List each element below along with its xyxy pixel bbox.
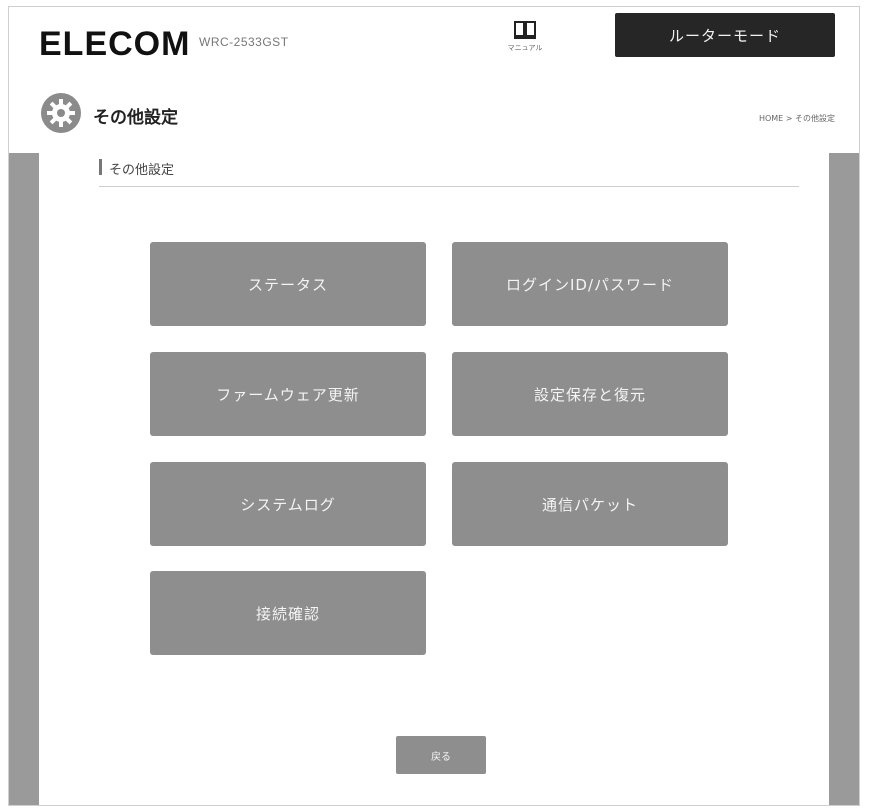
packet-capture-button[interactable]: 通信パケット: [452, 462, 728, 546]
router-mode-indicator: ルーターモード: [615, 13, 835, 57]
firmware-update-button[interactable]: ファームウェア更新: [150, 352, 426, 436]
gear-icon: [47, 99, 75, 127]
connection-check-button[interactable]: 接続確認: [150, 571, 426, 655]
page-title: その他設定: [93, 108, 178, 128]
section-marker: [99, 159, 102, 175]
status-button[interactable]: ステータス: [150, 242, 426, 326]
back-button[interactable]: 戻る: [396, 736, 486, 774]
right-side-bar: [829, 153, 859, 805]
manual-link[interactable]: マニュアル: [503, 19, 547, 53]
book-icon: [514, 21, 536, 39]
section-header: その他設定: [99, 153, 799, 187]
breadcrumb[interactable]: HOME > その他設定: [759, 113, 835, 124]
router-settings-window: ELECOM WRC-2533GST マニュアル ルーターモード その他設定 H…: [8, 6, 860, 806]
system-log-button[interactable]: システムログ: [150, 462, 426, 546]
settings-icon-badge: [41, 93, 81, 133]
login-password-button[interactable]: ログインID/パスワード: [452, 242, 728, 326]
left-side-bar: [9, 153, 39, 805]
model-name: WRC-2533GST: [199, 35, 289, 49]
section-title: その他設定: [109, 163, 175, 178]
manual-label: マニュアル: [507, 44, 543, 52]
page-title-row: その他設定 HOME > その他設定: [9, 87, 859, 147]
settings-backup-restore-button[interactable]: 設定保存と復元: [452, 352, 728, 436]
elecom-logo[interactable]: ELECOM: [39, 25, 190, 64]
header: ELECOM WRC-2533GST マニュアル ルーターモード: [9, 7, 859, 81]
